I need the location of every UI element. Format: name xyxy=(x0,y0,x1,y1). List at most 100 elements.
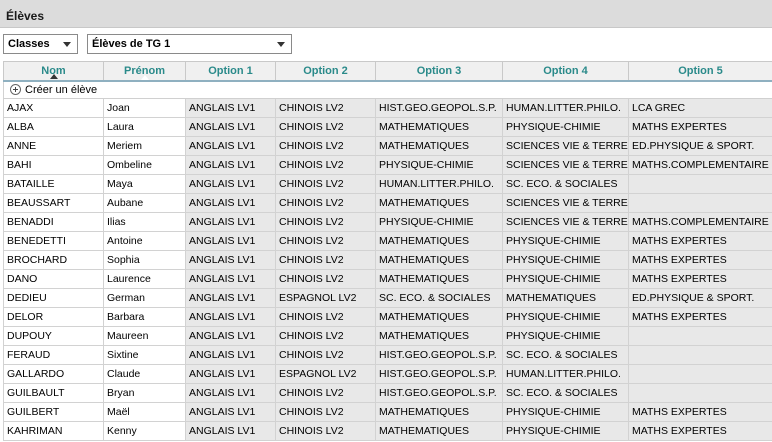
cell-option-5[interactable] xyxy=(628,174,772,194)
cell-option-2[interactable]: CHINOIS LV2 xyxy=(275,326,376,346)
cell-option-4[interactable]: MATHEMATIQUES xyxy=(502,288,629,308)
cell-option-3[interactable]: MATHEMATIQUES xyxy=(375,421,503,441)
cell-prenom[interactable]: Bryan xyxy=(103,383,186,403)
cell-option-2[interactable]: CHINOIS LV2 xyxy=(275,212,376,232)
cell-option-1[interactable]: ANGLAIS LV1 xyxy=(185,136,276,156)
cell-prenom[interactable]: Sixtine xyxy=(103,345,186,365)
cell-nom[interactable]: KAHRIMAN xyxy=(3,421,104,441)
cell-option-1[interactable]: ANGLAIS LV1 xyxy=(185,307,276,327)
chevron-down-icon[interactable] xyxy=(277,42,285,47)
cell-prenom[interactable]: Meriem xyxy=(103,136,186,156)
cell-prenom[interactable]: Antoine xyxy=(103,231,186,251)
cell-option-2[interactable]: CHINOIS LV2 xyxy=(275,421,376,441)
cell-prenom[interactable]: Maël xyxy=(103,402,186,422)
cell-option-3[interactable]: PHYSIQUE-CHIMIE xyxy=(375,155,503,175)
column-header-nom[interactable]: Nom xyxy=(3,61,104,82)
cell-option-1[interactable]: ANGLAIS LV1 xyxy=(185,193,276,213)
cell-nom[interactable]: BENADDI xyxy=(3,212,104,232)
cell-option-2[interactable]: ESPAGNOL LV2 xyxy=(275,288,376,308)
cell-option-3[interactable]: MATHEMATIQUES xyxy=(375,136,503,156)
cell-option-2[interactable]: CHINOIS LV2 xyxy=(275,117,376,137)
cell-option-2[interactable]: CHINOIS LV2 xyxy=(275,269,376,289)
chevron-down-icon[interactable] xyxy=(63,42,71,47)
cell-option-4[interactable]: SCIENCES VIE & TERRE xyxy=(502,212,629,232)
cell-option-3[interactable]: MATHEMATIQUES xyxy=(375,117,503,137)
cell-option-1[interactable]: ANGLAIS LV1 xyxy=(185,155,276,175)
cell-option-2[interactable]: CHINOIS LV2 xyxy=(275,231,376,251)
cell-option-3[interactable]: HIST.GEO.GEOPOL.S.P. xyxy=(375,364,503,384)
cell-option-5[interactable]: LCA GREC xyxy=(628,98,772,118)
table-row[interactable]: BATAILLE Maya ANGLAIS LV1 CHINOIS LV2 HUMAN.… xyxy=(3,174,772,194)
cell-option-5[interactable] xyxy=(628,383,772,403)
cell-option-2[interactable]: CHINOIS LV2 xyxy=(275,174,376,194)
cell-option-3[interactable]: MATHEMATIQUES xyxy=(375,307,503,327)
table-row[interactable]: GUILBAULT Bryan ANGLAIS LV1 CHINOIS LV2 HIST… xyxy=(3,383,772,403)
cell-option-5[interactable] xyxy=(628,326,772,346)
cell-option-1[interactable]: ANGLAIS LV1 xyxy=(185,98,276,118)
cell-option-5[interactable]: MATHS.COMPLEMENTAIRE xyxy=(628,212,772,232)
cell-option-4[interactable]: SCIENCES VIE & TERRE xyxy=(502,193,629,213)
cell-option-2[interactable]: ESPAGNOL LV2 xyxy=(275,364,376,384)
cell-option-4[interactable]: PHYSIQUE-CHIMIE xyxy=(502,421,629,441)
cell-option-1[interactable]: ANGLAIS LV1 xyxy=(185,364,276,384)
classes-select[interactable]: Classes xyxy=(3,34,78,54)
create-student-row[interactable]: Créer un élève xyxy=(3,80,772,99)
cell-nom[interactable]: AJAX xyxy=(3,98,104,118)
cell-option-5[interactable]: MATHS EXPERTES xyxy=(628,250,772,270)
cell-option-4[interactable]: SCIENCES VIE & TERRE xyxy=(502,155,629,175)
table-row[interactable]: DEDIEU German ANGLAIS LV1 ESPAGNOL LV2 SC. E… xyxy=(3,288,772,308)
column-header-option-1[interactable]: Option 1 xyxy=(185,61,276,82)
cell-nom[interactable]: DEDIEU xyxy=(3,288,104,308)
cell-prenom[interactable]: Maureen xyxy=(103,326,186,346)
cell-option-1[interactable]: ANGLAIS LV1 xyxy=(185,174,276,194)
cell-option-5[interactable]: MATHS EXPERTES xyxy=(628,117,772,137)
cell-option-1[interactable]: ANGLAIS LV1 xyxy=(185,383,276,403)
cell-nom[interactable]: DELOR xyxy=(3,307,104,327)
cell-option-5[interactable] xyxy=(628,364,772,384)
cell-option-5[interactable]: MATHS EXPERTES xyxy=(628,269,772,289)
cell-option-1[interactable]: ANGLAIS LV1 xyxy=(185,326,276,346)
cell-option-3[interactable]: PHYSIQUE-CHIMIE xyxy=(375,212,503,232)
cell-option-2[interactable]: CHINOIS LV2 xyxy=(275,155,376,175)
cell-option-1[interactable]: ANGLAIS LV1 xyxy=(185,345,276,365)
cell-option-1[interactable]: ANGLAIS LV1 xyxy=(185,231,276,251)
table-row[interactable]: DUPOUY Maureen ANGLAIS LV1 CHINOIS LV2 MATHE… xyxy=(3,326,772,346)
cell-nom[interactable]: DUPOUY xyxy=(3,326,104,346)
cell-nom[interactable]: GALLARDO xyxy=(3,364,104,384)
cell-option-2[interactable]: CHINOIS LV2 xyxy=(275,98,376,118)
cell-option-5[interactable]: ED.PHYSIQUE & SPORT. xyxy=(628,288,772,308)
cell-option-5[interactable] xyxy=(628,345,772,365)
cell-prenom[interactable]: German xyxy=(103,288,186,308)
cell-option-3[interactable]: MATHEMATIQUES xyxy=(375,193,503,213)
cell-option-4[interactable]: SC. ECO. & SOCIALES xyxy=(502,383,629,403)
table-row[interactable]: FERAUD Sixtine ANGLAIS LV1 CHINOIS LV2 HIST.… xyxy=(3,345,772,365)
cell-option-1[interactable]: ANGLAIS LV1 xyxy=(185,269,276,289)
cell-option-2[interactable]: CHINOIS LV2 xyxy=(275,193,376,213)
cell-option-3[interactable]: MATHEMATIQUES xyxy=(375,326,503,346)
table-row[interactable]: DANO Laurence ANGLAIS LV1 CHINOIS LV2 MATHEM… xyxy=(3,269,772,289)
table-row[interactable]: GUILBERT Maël ANGLAIS LV1 CHINOIS LV2 MATHEM… xyxy=(3,402,772,422)
cell-option-4[interactable]: PHYSIQUE-CHIMIE xyxy=(502,231,629,251)
cell-prenom[interactable]: Ilias xyxy=(103,212,186,232)
cell-option-4[interactable]: PHYSIQUE-CHIMIE xyxy=(502,269,629,289)
group-select[interactable]: Élèves de TG 1 xyxy=(87,34,292,54)
cell-option-3[interactable]: HIST.GEO.GEOPOL.S.P. xyxy=(375,98,503,118)
cell-option-1[interactable]: ANGLAIS LV1 xyxy=(185,117,276,137)
column-header-option-3[interactable]: Option 3 xyxy=(375,61,503,82)
cell-option-3[interactable]: MATHEMATIQUES xyxy=(375,250,503,270)
cell-nom[interactable]: ALBA xyxy=(3,117,104,137)
cell-option-2[interactable]: CHINOIS LV2 xyxy=(275,136,376,156)
cell-option-2[interactable]: CHINOIS LV2 xyxy=(275,383,376,403)
cell-option-3[interactable]: SC. ECO. & SOCIALES xyxy=(375,288,503,308)
cell-option-3[interactable]: HIST.GEO.GEOPOL.S.P. xyxy=(375,383,503,403)
cell-option-2[interactable]: CHINOIS LV2 xyxy=(275,250,376,270)
cell-option-2[interactable]: CHINOIS LV2 xyxy=(275,307,376,327)
cell-prenom[interactable]: Kenny xyxy=(103,421,186,441)
cell-option-4[interactable]: SC. ECO. & SOCIALES xyxy=(502,345,629,365)
cell-nom[interactable]: BAHI xyxy=(3,155,104,175)
cell-option-3[interactable]: MATHEMATIQUES xyxy=(375,231,503,251)
table-row[interactable]: BROCHARD Sophia ANGLAIS LV1 CHINOIS LV2 MATH… xyxy=(3,250,772,270)
cell-nom[interactable]: BATAILLE xyxy=(3,174,104,194)
cell-option-4[interactable]: HUMAN.LITTER.PHILO. xyxy=(502,364,629,384)
cell-option-4[interactable]: PHYSIQUE-CHIMIE xyxy=(502,307,629,327)
